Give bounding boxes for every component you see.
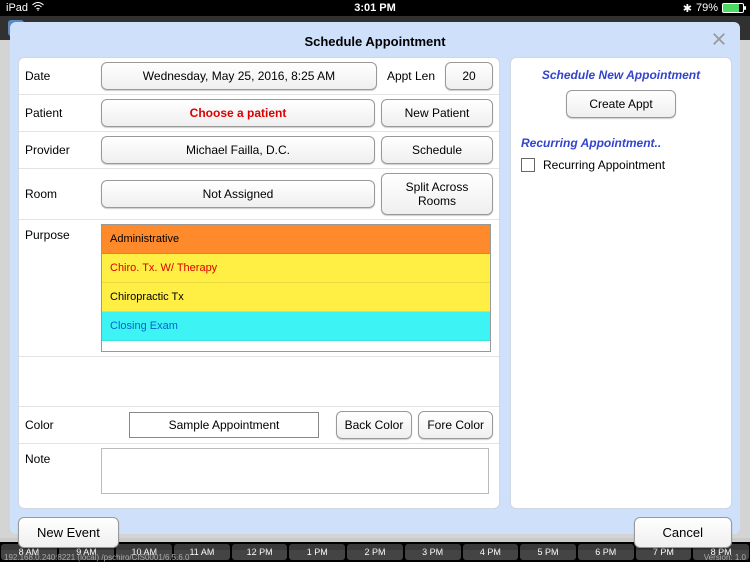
- provider-button[interactable]: Michael Failla, D.C.: [101, 136, 375, 164]
- side-heading-new: Schedule New Appointment: [521, 68, 721, 82]
- modal-title: Schedule Appointment: [304, 34, 445, 49]
- label-date: Date: [19, 61, 95, 91]
- appointment-form-panel: Date Wednesday, May 25, 2016, 8:25 AM Ap…: [18, 57, 500, 509]
- recurring-label: Recurring Appointment: [543, 158, 665, 172]
- back-color-button[interactable]: Back Color: [336, 411, 413, 439]
- date-button[interactable]: Wednesday, May 25, 2016, 8:25 AM: [101, 62, 377, 90]
- close-icon[interactable]: [710, 30, 728, 48]
- side-panel: Schedule New Appointment Create Appt Rec…: [510, 57, 732, 509]
- purpose-item[interactable]: Closing Exam: [102, 312, 490, 341]
- label-room: Room: [19, 179, 95, 209]
- device-label: iPad: [6, 2, 28, 14]
- schedule-appointment-modal: Schedule Appointment Date Wednesday, May…: [10, 22, 740, 534]
- create-appt-button[interactable]: Create Appt: [566, 90, 675, 118]
- status-time: 3:01 PM: [252, 2, 498, 14]
- bg-footer-right: Version: 1.0: [704, 553, 746, 562]
- purpose-item[interactable]: Administrative: [102, 225, 490, 254]
- purpose-item[interactable]: Chiro. Tx. W/ Therapy: [102, 254, 490, 283]
- new-patient-button[interactable]: New Patient: [381, 99, 493, 127]
- new-event-button[interactable]: New Event: [18, 517, 119, 548]
- purpose-item[interactable]: Chiropractic Tx: [102, 283, 490, 312]
- choose-patient-button[interactable]: Choose a patient: [101, 99, 375, 127]
- cancel-button[interactable]: Cancel: [634, 517, 732, 548]
- bg-footer-left: 192.168.0.240:8221 (local) /pschiro/CIS0…: [4, 553, 189, 562]
- wifi-icon: [32, 2, 44, 14]
- label-purpose: Purpose: [19, 220, 95, 250]
- appt-len-button[interactable]: 20: [445, 62, 493, 90]
- note-textarea[interactable]: [101, 448, 489, 494]
- schedule-button[interactable]: Schedule: [381, 136, 493, 164]
- side-heading-recurring: Recurring Appointment..: [521, 136, 721, 150]
- color-sample-box: Sample Appointment: [129, 412, 319, 438]
- label-provider: Provider: [19, 135, 95, 165]
- label-appt-len: Appt Len: [383, 69, 439, 83]
- label-color: Color: [19, 410, 95, 440]
- label-note: Note: [19, 444, 95, 474]
- bluetooth-icon: ✱: [683, 2, 692, 15]
- ios-status-bar: iPad 3:01 PM ✱ 79%: [0, 0, 750, 16]
- fore-color-button[interactable]: Fore Color: [418, 411, 493, 439]
- purpose-list[interactable]: AdministrativeChiro. Tx. W/ TherapyChiro…: [101, 224, 491, 352]
- split-rooms-button[interactable]: Split Across Rooms: [381, 173, 493, 215]
- battery-icon: [722, 3, 744, 13]
- label-patient: Patient: [19, 98, 95, 128]
- room-button[interactable]: Not Assigned: [101, 180, 375, 208]
- battery-percent: 79%: [696, 2, 718, 14]
- recurring-checkbox[interactable]: [521, 158, 535, 172]
